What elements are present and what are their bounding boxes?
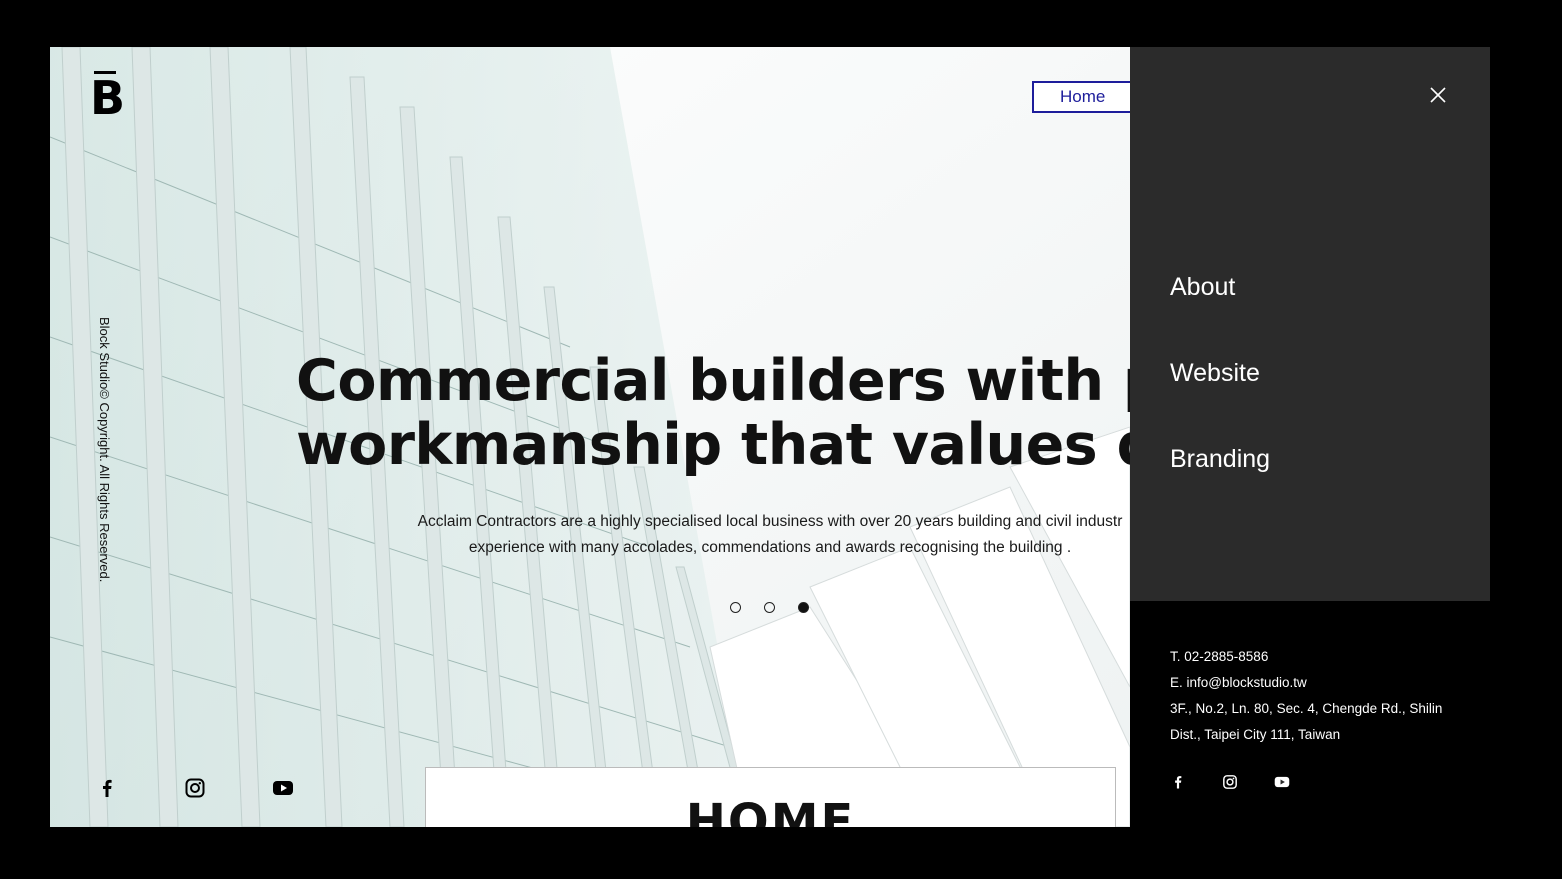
home-section-title: HOME bbox=[685, 794, 856, 827]
menu-item-branding[interactable]: Branding bbox=[1170, 445, 1270, 474]
youtube-icon[interactable] bbox=[272, 777, 294, 799]
instagram-icon[interactable] bbox=[1222, 774, 1238, 790]
slide-dot-1[interactable] bbox=[730, 602, 741, 613]
contact-phone: T. 02-2885-8586 bbox=[1170, 649, 1269, 664]
nav-home-button[interactable]: Home bbox=[1032, 81, 1130, 113]
facebook-icon[interactable] bbox=[96, 777, 118, 799]
close-icon[interactable] bbox=[1428, 85, 1448, 105]
youtube-icon[interactable] bbox=[1274, 774, 1290, 790]
hero-page: B Block Studio© Copyright. All Rights Re… bbox=[50, 47, 1130, 827]
copyright-text: Block Studio© Copyright. All Rights Rese… bbox=[97, 317, 112, 583]
instagram-icon[interactable] bbox=[184, 777, 206, 799]
contact-info: T. 02-2885-8586 E. info@blockstudio.tw 3… bbox=[1170, 644, 1470, 748]
contact-address-line-1: 3F., No.2, Ln. 80, Sec. 4, Chengde Rd., … bbox=[1170, 701, 1443, 716]
hero-headline: Commercial builders with pric workmanshi… bbox=[296, 349, 1130, 477]
hero-subtext: Acclaim Contractors are a highly special… bbox=[350, 509, 1130, 561]
menu-item-website[interactable]: Website bbox=[1170, 359, 1260, 388]
studio-logo[interactable]: B bbox=[90, 69, 126, 125]
contact-address-line-2: Dist., Taipei City 111, Taiwan bbox=[1170, 727, 1341, 742]
slide-dot-2[interactable] bbox=[764, 602, 775, 613]
facebook-icon[interactable] bbox=[1170, 774, 1186, 790]
copyright-vertical: Block Studio© Copyright. All Rights Rese… bbox=[92, 317, 112, 617]
contact-email: E. info@blockstudio.tw bbox=[1170, 675, 1307, 690]
subtext-line-2: experience with many accolades, commenda… bbox=[468, 539, 1072, 556]
menu-overlay-panel: About Website Branding bbox=[1130, 47, 1490, 601]
slide-dot-3[interactable] bbox=[798, 602, 809, 613]
home-section-card: HOME bbox=[425, 767, 1116, 827]
headline-line-1: Commercial builders with pric bbox=[296, 348, 1130, 414]
logo-letter: B bbox=[90, 71, 126, 125]
menu-item-about[interactable]: About bbox=[1170, 273, 1235, 302]
headline-line-2: workmanship that values qua bbox=[296, 412, 1130, 478]
subtext-line-1: Acclaim Contractors are a highly special… bbox=[417, 513, 1123, 530]
